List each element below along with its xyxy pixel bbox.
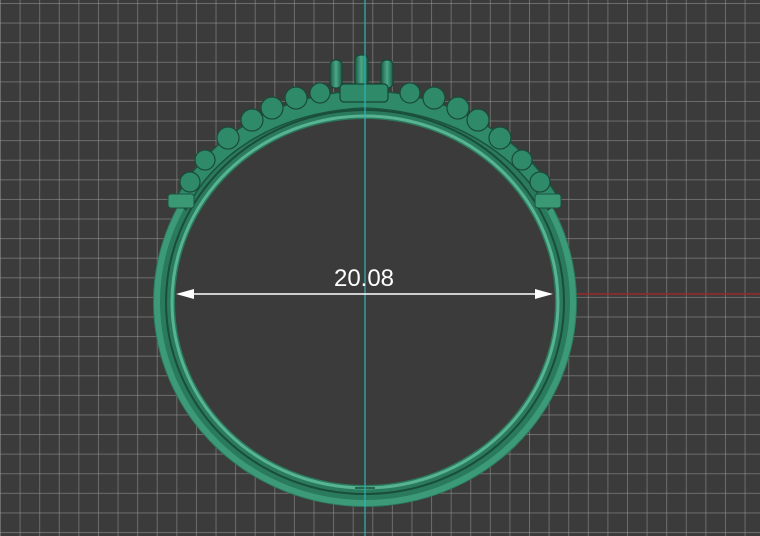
center-prongs xyxy=(329,54,394,103)
left-collar xyxy=(167,193,195,209)
right-collar xyxy=(534,193,562,209)
dimension-value-label: 20.08 xyxy=(333,265,395,292)
3d-viewport[interactable]: 20.08 xyxy=(0,0,760,536)
